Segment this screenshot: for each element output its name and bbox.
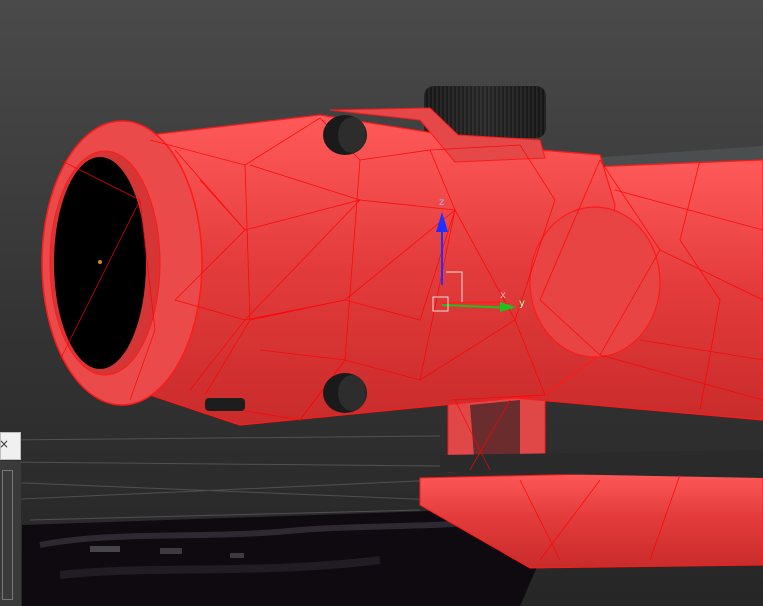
- 3d-viewport[interactable]: z y x ×: [0, 0, 763, 606]
- scene-canvas[interactable]: z y x: [0, 0, 763, 606]
- close-icon[interactable]: ×: [0, 437, 9, 451]
- floating-panel: ×: [0, 432, 21, 606]
- gizmo-x-axis[interactable]: [441, 301, 501, 304]
- gizmo-y-label: y: [519, 298, 525, 309]
- gizmo-x-label: x: [500, 290, 506, 301]
- panel-inner-frame: [2, 470, 13, 600]
- panel-body: [0, 462, 21, 606]
- gizmo-z-label: z: [439, 197, 444, 208]
- panel-header: ×: [0, 432, 21, 460]
